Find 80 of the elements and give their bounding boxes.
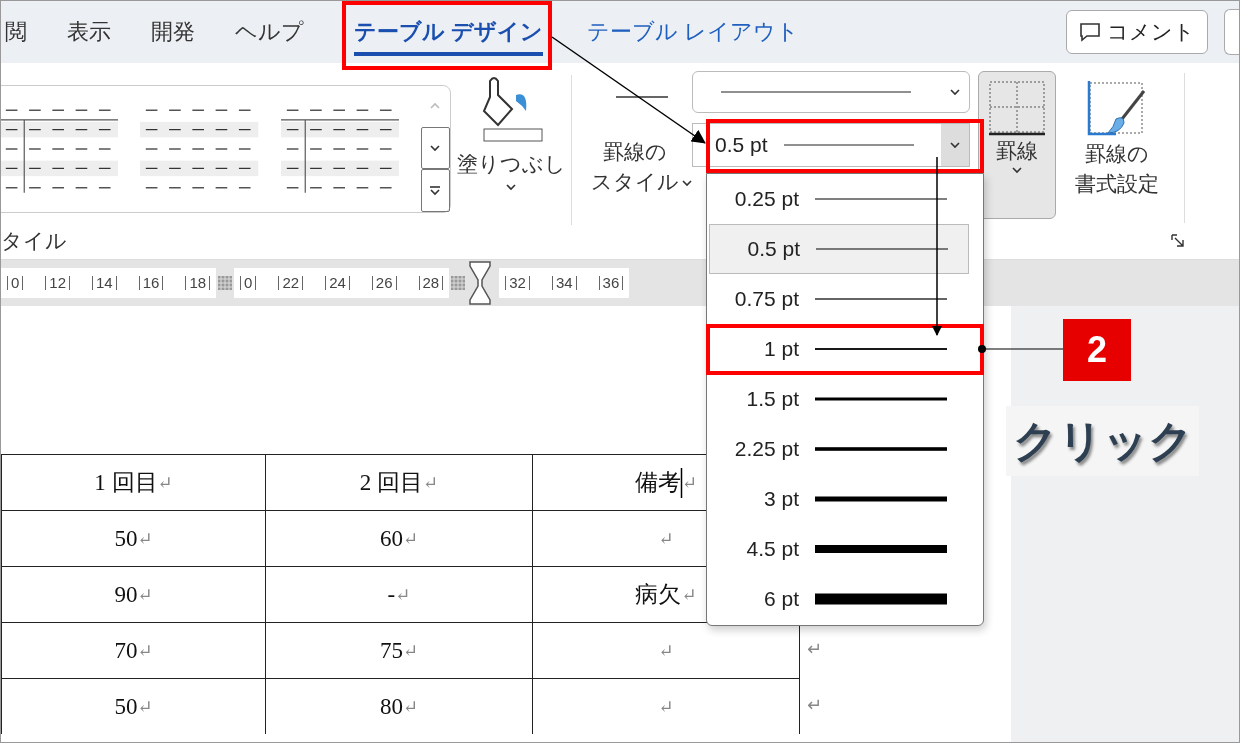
chevron-up-icon (429, 102, 442, 111)
chevron-down-icon (681, 179, 693, 187)
chevron-down-icon (949, 141, 961, 149)
table-cell: 50↵ (1, 678, 266, 734)
menu-item[interactable]: 0.5 pt (709, 224, 969, 274)
fill-button[interactable]: 塗りつぶし (451, 75, 571, 191)
ruler-number: 12 (45, 276, 71, 290)
chevron-down-icon (505, 183, 517, 191)
comment-button[interactable]: コメント (1066, 10, 1208, 54)
chevron-down-icon (429, 144, 442, 152)
ruler-number: 24 (325, 276, 350, 290)
ruler-number: 32 (505, 276, 530, 290)
table-cell: 50↵ (1, 510, 266, 566)
chevron-down-icon (1011, 166, 1023, 174)
launcher-icon (1171, 234, 1185, 248)
ribbon-tab[interactable]: 表示 (67, 16, 111, 56)
pen-style-dropdown[interactable] (692, 71, 970, 113)
ruler-number: 26 (371, 276, 397, 290)
menu-item[interactable]: 1 pt (707, 324, 983, 374)
table-cell: 70↵ (1, 622, 266, 678)
chevron-down-icon (949, 88, 961, 96)
table-cell: 1 回目↵ (1, 454, 266, 510)
ruler-number: 0 (240, 276, 257, 290)
row-end-mark: ↵ (807, 694, 823, 716)
paragraph-mark: ↵ (137, 695, 153, 718)
expand-icon (429, 184, 442, 197)
row-end-mark: ↵ (807, 638, 823, 660)
callout-label: クリック (1006, 406, 1199, 476)
ribbon-tab[interactable]: 開発 (151, 16, 195, 56)
line-sample-icon (783, 143, 914, 147)
paragraph-mark: ↵ (137, 639, 153, 662)
share-button[interactable] (1224, 9, 1239, 55)
paragraph-mark: ↵ (681, 583, 697, 606)
table-cell: 2 回目↵ (266, 454, 533, 510)
table-cell: 75↵ (266, 622, 533, 678)
paragraph-mark: ↵ (423, 471, 439, 494)
ruler-number: 0 (7, 276, 24, 290)
ruler-number: 18 (185, 276, 211, 290)
ruler-number: 16 (138, 276, 164, 290)
column-marker-icon (218, 276, 233, 290)
paragraph-mark: ↵ (681, 471, 698, 494)
scroll-down-button[interactable] (420, 126, 450, 170)
border-painter-button[interactable]: 罫線の 書式設定 (1062, 79, 1172, 199)
table-cell: 80↵ (266, 678, 533, 734)
ribbon-tab[interactable]: テーブル レイアウト (587, 16, 800, 56)
paragraph-mark: ↵ (137, 583, 153, 606)
comment-icon (1079, 22, 1101, 42)
pen-weight-dropdown[interactable]: 0.5 pt (692, 123, 970, 167)
paragraph-mark: ↵ (658, 527, 674, 550)
paragraph-mark: ↵ (137, 527, 153, 550)
table-cell: 60↵ (266, 510, 533, 566)
borders-button[interactable]: 罫線 (978, 71, 1056, 219)
ribbon-tab[interactable]: テーブル デザイン (354, 16, 544, 56)
ruler-number: 28 (418, 276, 444, 290)
paragraph-mark: ↵ (658, 639, 674, 662)
ruler-number: 36 (598, 276, 624, 290)
paragraph-mark: ↵ (402, 695, 419, 718)
ruler-number: 14 (92, 276, 117, 290)
menu-item[interactable]: 0.75 pt (707, 274, 983, 324)
more-button[interactable] (420, 169, 450, 212)
line-sample-icon (815, 593, 947, 605)
column-marker-icon (451, 276, 466, 290)
menu-item[interactable]: 1.5 pt (707, 374, 983, 424)
step-badge: 2 (1063, 319, 1131, 381)
line-sample-icon (815, 543, 947, 555)
paragraph-mark: ↵ (395, 583, 411, 606)
dialog-launcher-button[interactable] (1171, 234, 1185, 248)
group-label: タイル (1, 228, 67, 254)
table-cell: -↵ (266, 566, 533, 622)
line-sample-icon (721, 90, 911, 94)
ruler-number: 22 (278, 276, 304, 290)
table-cell: 90↵ (1, 566, 266, 622)
paragraph-mark: ↵ (658, 695, 674, 718)
paragraph-mark: ↵ (157, 471, 173, 494)
grid-borders-icon (988, 80, 1046, 136)
paragraph-mark: ↵ (402, 639, 419, 662)
ribbon-tab[interactable]: 閲 (5, 16, 27, 56)
ruler-number: 34 (551, 276, 577, 290)
paragraph-mark: ↵ (402, 527, 419, 550)
ribbon-tab[interactable]: ヘルプ (235, 16, 304, 56)
